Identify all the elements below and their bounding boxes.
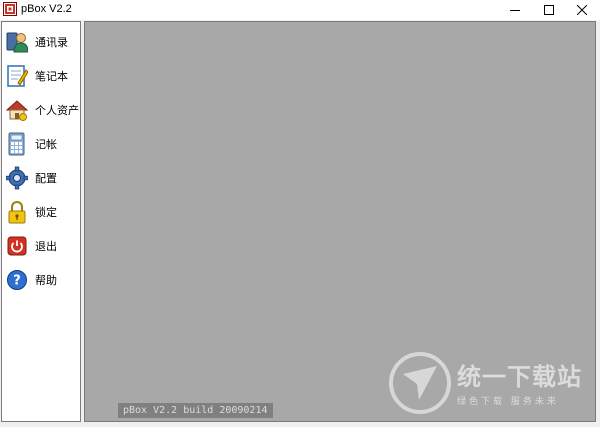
sidebar-item-label: 帮助 (35, 274, 57, 287)
watermark-logo-icon (389, 352, 451, 414)
power-icon (6, 234, 28, 258)
gear-icon (6, 166, 28, 190)
home-assets-icon (6, 98, 28, 122)
title-bar[interactable]: pBox V2.2 (0, 0, 600, 20)
lock-icon (6, 200, 28, 224)
address-book-icon (6, 30, 28, 54)
sidebar-item-assets[interactable]: 个人资产 (5, 95, 81, 125)
sidebar-item-settings[interactable]: 配置 (5, 163, 81, 193)
status-bar (0, 422, 600, 427)
main-content-area: 统一下载站 绿色下载 服务未来 pBox V2.2 build 20090214 (84, 21, 596, 422)
svg-text:?: ? (13, 274, 21, 289)
close-icon (577, 5, 587, 15)
app-window: pBox V2.2 通讯录 笔记本 个人资产 记帐 配置 锁定 退出 ? 帮助 … (0, 0, 600, 427)
minimize-icon (510, 10, 520, 11)
build-version-label: pBox V2.2 build 20090214 (118, 403, 273, 418)
sidebar: 通讯录 笔记本 个人资产 记帐 配置 锁定 退出 ? 帮助 (1, 21, 81, 422)
calculator-icon (6, 132, 28, 156)
sidebar-item-label: 退出 (35, 240, 57, 253)
watermark-title: 统一下载站 (457, 363, 582, 391)
maximize-button[interactable] (533, 0, 565, 20)
maximize-icon (544, 5, 554, 15)
watermark-subtitle: 绿色下载 服务未来 (457, 397, 559, 407)
sidebar-item-lock[interactable]: 锁定 (5, 197, 81, 227)
close-button[interactable] (566, 0, 598, 20)
sidebar-item-exit[interactable]: 退出 (5, 231, 81, 261)
sidebar-item-label: 锁定 (35, 206, 57, 219)
window-title: pBox V2.2 (21, 3, 72, 15)
sidebar-item-accounting[interactable]: 记帐 (5, 129, 81, 159)
sidebar-item-notebook[interactable]: 笔记本 (5, 61, 81, 91)
notebook-icon (6, 64, 28, 88)
sidebar-item-label: 记帐 (35, 138, 57, 151)
sidebar-item-label: 个人资产 (35, 104, 79, 117)
sidebar-item-help[interactable]: ? 帮助 (5, 265, 81, 295)
minimize-button[interactable] (499, 0, 531, 20)
app-icon (3, 2, 17, 16)
sidebar-item-label: 笔记本 (35, 70, 68, 83)
help-icon: ? (6, 268, 28, 292)
sidebar-item-label: 通讯录 (35, 36, 68, 49)
sidebar-item-contacts[interactable]: 通讯录 (5, 27, 81, 57)
sidebar-item-label: 配置 (35, 172, 57, 185)
